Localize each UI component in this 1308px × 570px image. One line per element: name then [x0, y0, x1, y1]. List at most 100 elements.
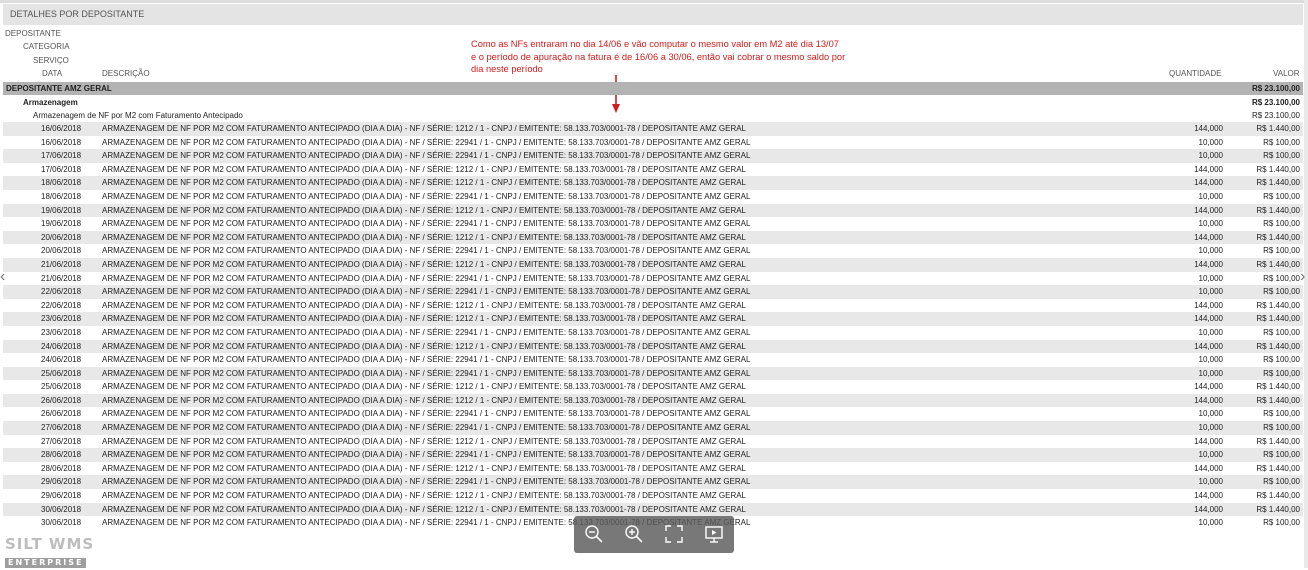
- present-icon[interactable]: [704, 524, 724, 544]
- table-row: 18/06/2018 ARMAZENAGEM DE NF POR M2 COM F…: [3, 190, 1303, 204]
- table-row: 26/06/2018 ARMAZENAGEM DE NF POR M2 COM F…: [3, 407, 1303, 421]
- row-date: 24/06/2018: [41, 341, 82, 351]
- row-quantity: 10,000: [1198, 219, 1223, 229]
- row-date: 19/06/2018: [41, 205, 82, 215]
- row-quantity: 10,000: [1198, 327, 1223, 337]
- row-date: 28/06/2018: [41, 450, 82, 460]
- row-date: 30/06/2018: [41, 504, 82, 514]
- row-description: ARMAZENAGEM DE NF POR M2 COM FATURAMENTO…: [102, 463, 747, 473]
- row-value: R$ 1.440,00: [1256, 436, 1300, 446]
- row-quantity: 144,000: [1194, 341, 1223, 351]
- table-row: 22/06/2018 ARMAZENAGEM DE NF POR M2 COM F…: [3, 299, 1303, 313]
- table-row: 24/06/2018 ARMAZENAGEM DE NF POR M2 COM F…: [3, 353, 1303, 367]
- row-description: ARMAZENAGEM DE NF POR M2 COM FATURAMENTO…: [102, 504, 747, 514]
- row-value: R$ 1.440,00: [1256, 205, 1300, 215]
- annotation-note: Como as NFs entraram no dia 14/06 e vão …: [471, 38, 891, 76]
- row-date: 21/06/2018: [41, 273, 82, 283]
- row-description: ARMAZENAGEM DE NF POR M2 COM FATURAMENTO…: [102, 314, 747, 324]
- zoom-out-icon[interactable]: [584, 524, 604, 544]
- column-header-descricao: DESCRIÇÃO: [102, 69, 150, 78]
- row-description: ARMAZENAGEM DE NF POR M2 COM FATURAMENTO…: [102, 382, 747, 392]
- table-row: 16/06/2018 ARMAZENAGEM DE NF POR M2 COM F…: [3, 122, 1303, 136]
- table-row: 17/06/2018 ARMAZENAGEM DE NF POR M2 COM F…: [3, 149, 1303, 163]
- table-row: 30/06/2018 ARMAZENAGEM DE NF POR M2 COM F…: [3, 502, 1303, 517]
- row-quantity: 10,000: [1198, 137, 1223, 147]
- row-value: R$ 1.440,00: [1256, 232, 1300, 242]
- row-quantity: 144,000: [1194, 232, 1223, 242]
- table-row: 27/06/2018 ARMAZENAGEM DE NF POR M2 COM F…: [3, 435, 1303, 449]
- row-quantity: 10,000: [1198, 191, 1223, 201]
- row-date: 24/06/2018: [41, 355, 82, 365]
- row-value: R$ 100,00: [1263, 219, 1300, 229]
- row-value: R$ 100,00: [1263, 450, 1300, 460]
- row-quantity: 10,000: [1198, 287, 1223, 297]
- table-row: 20/06/2018 ARMAZENAGEM DE NF POR M2 COM F…: [3, 230, 1303, 245]
- row-value: R$ 100,00: [1263, 137, 1300, 147]
- row-quantity: 10,000: [1198, 355, 1223, 365]
- row-date: 22/06/2018: [41, 287, 82, 297]
- row-description: ARMAZENAGEM DE NF POR M2 COM FATURAMENTO…: [102, 219, 751, 229]
- chevron-left-icon[interactable]: ‹: [0, 268, 5, 286]
- row-date: 16/06/2018: [41, 137, 82, 147]
- row-quantity: 144,000: [1194, 314, 1223, 324]
- row-value: R$ 1.440,00: [1256, 124, 1300, 133]
- label-depositante: DEPOSITANTE: [5, 29, 61, 38]
- row-date: 20/06/2018: [41, 246, 82, 256]
- servico-total: R$ 23.100,00: [1251, 111, 1300, 120]
- row-quantity: 144,000: [1194, 491, 1223, 501]
- row-quantity: 144,000: [1194, 300, 1223, 310]
- row-quantity: 10,000: [1198, 450, 1223, 460]
- row-description: ARMAZENAGEM DE NF POR M2 COM FATURAMENTO…: [102, 423, 751, 433]
- depositante-total: R$ 23.100,00: [1251, 84, 1300, 93]
- row-description: ARMAZENAGEM DE NF POR M2 COM FATURAMENTO…: [102, 491, 747, 501]
- row-value: R$ 1.440,00: [1256, 314, 1300, 324]
- row-description: ARMAZENAGEM DE NF POR M2 COM FATURAMENTO…: [102, 273, 751, 283]
- row-date: 26/06/2018: [41, 395, 82, 405]
- row-description: ARMAZENAGEM DE NF POR M2 COM FATURAMENTO…: [102, 341, 747, 351]
- row-description: ARMAZENAGEM DE NF POR M2 COM FATURAMENTO…: [102, 287, 751, 297]
- row-date: 20/06/2018: [41, 232, 82, 242]
- zoom-in-icon[interactable]: [624, 524, 644, 544]
- table-row: 27/06/2018 ARMAZENAGEM DE NF POR M2 COM F…: [3, 421, 1303, 435]
- row-value: R$ 100,00: [1263, 287, 1300, 297]
- row-description: ARMAZENAGEM DE NF POR M2 COM FATURAMENTO…: [102, 178, 747, 188]
- row-date: 25/06/2018: [41, 368, 82, 378]
- table-row: 20/06/2018 ARMAZENAGEM DE NF POR M2 COM F…: [3, 244, 1303, 258]
- chevron-right-icon[interactable]: ›: [1300, 268, 1305, 286]
- row-value: R$ 100,00: [1263, 409, 1300, 419]
- fullscreen-icon[interactable]: [664, 524, 684, 544]
- row-quantity: 10,000: [1198, 423, 1223, 433]
- depositante-name: DEPOSITANTE AMZ GERAL: [6, 84, 112, 93]
- row-date: 28/06/2018: [41, 463, 82, 473]
- row-quantity: 10,000: [1198, 518, 1223, 528]
- row-date: 23/06/2018: [41, 314, 82, 324]
- logo-subtitle: ENTERPRISE: [5, 558, 87, 568]
- row-date: 21/06/2018: [41, 259, 82, 269]
- row-date: 19/06/2018: [41, 219, 82, 229]
- label-categoria: CATEGORIA: [23, 42, 70, 51]
- row-date: 18/06/2018: [41, 178, 82, 188]
- row-date: 26/06/2018: [41, 409, 82, 419]
- row-quantity: 144,000: [1194, 205, 1223, 215]
- row-value: R$ 100,00: [1263, 151, 1300, 161]
- row-value: R$ 100,00: [1263, 477, 1300, 487]
- row-value: R$ 100,00: [1263, 327, 1300, 337]
- row-quantity: 144,000: [1194, 463, 1223, 473]
- row-description: ARMAZENAGEM DE NF POR M2 COM FATURAMENTO…: [102, 137, 751, 147]
- silt-wms-logo: SILT WMS ENTERPRISE: [5, 537, 94, 570]
- annotation-line-1: Como as NFs entraram no dia 14/06 e vão …: [471, 39, 839, 49]
- table-row: 16/06/2018 ARMAZENAGEM DE NF POR M2 COM F…: [3, 136, 1303, 150]
- row-value: R$ 1.440,00: [1256, 395, 1300, 405]
- row-value: R$ 100,00: [1263, 368, 1300, 378]
- table-row: 24/06/2018 ARMAZENAGEM DE NF POR M2 COM F…: [3, 339, 1303, 354]
- servico-row: Armazenagem de NF por M2 com Faturamento…: [3, 109, 1303, 122]
- table-row: 28/06/2018 ARMAZENAGEM DE NF POR M2 COM F…: [3, 462, 1303, 476]
- row-value: R$ 100,00: [1263, 191, 1300, 201]
- row-value: R$ 100,00: [1263, 423, 1300, 433]
- row-quantity: 10,000: [1198, 273, 1223, 283]
- depositante-row: DEPOSITANTE AMZ GERAL R$ 23.100,00: [3, 82, 1303, 95]
- row-description: ARMAZENAGEM DE NF POR M2 COM FATURAMENTO…: [102, 232, 747, 242]
- row-description: ARMAZENAGEM DE NF POR M2 COM FATURAMENTO…: [102, 368, 751, 378]
- table-row: 19/06/2018 ARMAZENAGEM DE NF POR M2 COM F…: [3, 217, 1303, 231]
- column-header-data: DATA: [42, 69, 63, 78]
